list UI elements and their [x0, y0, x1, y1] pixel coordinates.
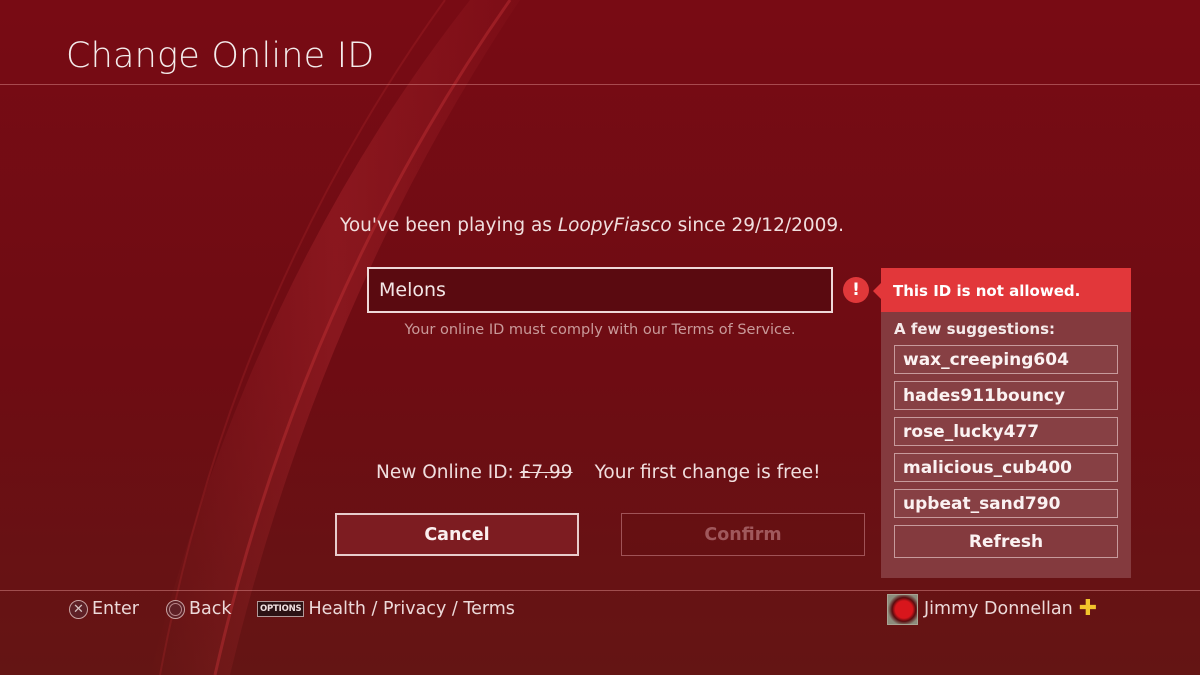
popup-pointer — [873, 283, 881, 299]
user-profile: Jimmy Donnellan ✚ — [887, 593, 1097, 625]
intro-prefix: You've been playing as — [340, 215, 558, 236]
suggestion-item[interactable]: hades911bouncy — [894, 381, 1118, 410]
suggestions-label: A few suggestions: — [894, 320, 1056, 338]
footer-bar: ✕ Enter Back OPTIONS Health / Privacy / … — [0, 593, 1200, 625]
suggestion-item[interactable]: rose_lucky477 — [894, 417, 1118, 446]
online-id-input[interactable]: Melons — [367, 267, 833, 313]
current-id-message: You've been playing as LoopyFiasco since… — [340, 215, 860, 236]
current-online-id: LoopyFiasco — [557, 215, 672, 236]
confirm-button[interactable]: Confirm — [621, 513, 865, 556]
options-button-icon: OPTIONS — [257, 601, 305, 617]
circle-button-icon — [166, 599, 185, 619]
pricing-info: New Online ID: £7.99 Your first change is… — [376, 462, 821, 483]
suggestion-item[interactable]: upbeat_sand790 — [894, 489, 1118, 518]
refresh-suggestions-button[interactable]: Refresh — [894, 525, 1118, 558]
error-message: This ID is not allowed. — [881, 268, 1131, 312]
intro-suffix: since 29/12/2009. — [671, 215, 845, 236]
footer-enter-hint: ✕ Enter — [69, 596, 139, 622]
cross-button-icon: ✕ — [69, 599, 88, 619]
enter-label: Enter — [92, 599, 139, 619]
footer-divider — [0, 590, 1200, 591]
back-label: Back — [189, 599, 232, 619]
terms-hint: Your online ID must comply with our Term… — [404, 322, 796, 338]
cancel-button[interactable]: Cancel — [335, 513, 579, 556]
options-label: Health / Privacy / Terms — [308, 599, 515, 619]
id-error-popup: This ID is not allowed. A few suggestion… — [881, 268, 1131, 578]
price-label: New Online ID: — [376, 462, 520, 483]
page-title: Change Online ID — [66, 36, 375, 76]
user-name: Jimmy Donnellan — [924, 599, 1073, 619]
footer-back-hint: Back — [166, 596, 232, 622]
footer-options-hint[interactable]: OPTIONS Health / Privacy / Terms — [257, 596, 515, 622]
free-change-note: Your first change is free! — [594, 462, 821, 483]
avatar — [887, 593, 918, 625]
exclamation-icon: ! — [843, 277, 869, 303]
suggestion-item[interactable]: malicious_cub400 — [894, 453, 1118, 482]
online-id-value: Melons — [379, 279, 446, 301]
playstation-plus-icon: ✚ — [1078, 595, 1098, 621]
header-divider — [0, 84, 1200, 85]
suggestion-item[interactable]: wax_creeping604 — [894, 345, 1118, 374]
old-price: £7.99 — [519, 462, 573, 483]
